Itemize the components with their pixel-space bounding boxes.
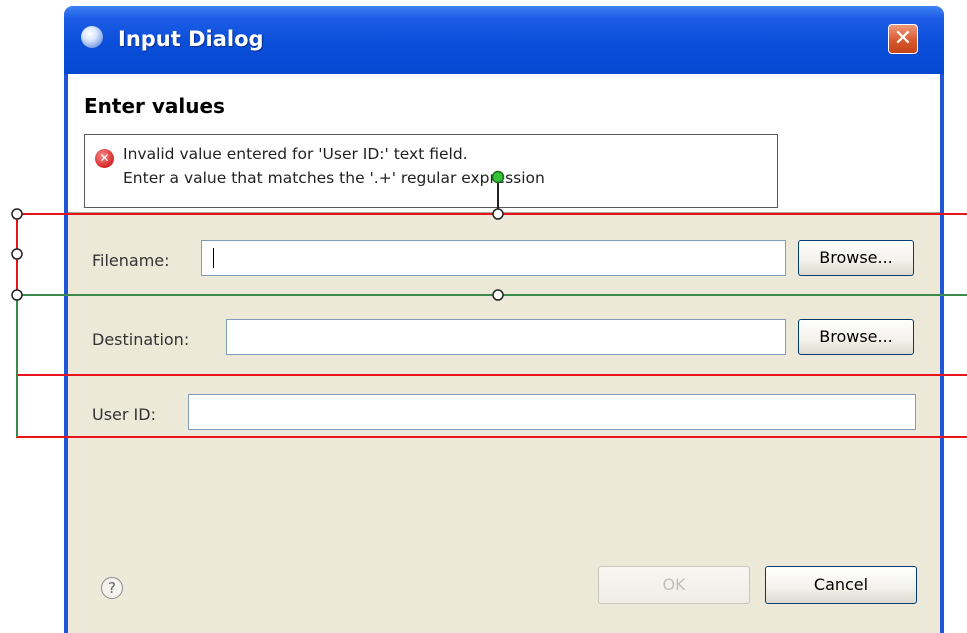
error-message-line-2: Enter a value that matches the '.+' regu…	[123, 169, 545, 187]
destination-label: Destination:	[92, 330, 190, 349]
error-message-line-1: Invalid value entered for 'User ID:' tex…	[123, 145, 468, 163]
user-id-label: User ID:	[92, 405, 156, 424]
destination-input[interactable]	[226, 319, 786, 355]
filename-input[interactable]	[201, 240, 786, 276]
user-id-input[interactable]	[188, 394, 916, 430]
error-message-box: ✕ Invalid value entered for 'User ID:' t…	[84, 134, 778, 208]
filename-label: Filename:	[92, 251, 170, 270]
dialog-app-icon	[81, 26, 103, 48]
destination-browse-button[interactable]: Browse...	[798, 319, 914, 355]
resize-handle[interactable]	[11, 248, 23, 260]
resize-handle[interactable]	[11, 289, 23, 301]
close-button[interactable]: ✕	[888, 24, 918, 54]
text-caret	[213, 248, 214, 268]
ok-button[interactable]: OK	[598, 566, 750, 604]
resize-handle[interactable]	[11, 208, 23, 220]
input-dialog-window: Input Dialog ✕ Enter values ✕ Invalid va…	[64, 6, 944, 633]
dialog-header: Enter values ✕ Invalid value entered for…	[68, 74, 940, 213]
window-title: Input Dialog	[118, 27, 264, 51]
title-bar[interactable]: Input Dialog ✕	[64, 6, 944, 74]
error-icon: ✕	[95, 149, 114, 168]
dialog-client-area: Enter values ✕ Invalid value entered for…	[68, 74, 940, 633]
help-icon[interactable]: ?	[101, 577, 123, 599]
cancel-button[interactable]: Cancel	[765, 566, 917, 604]
header-title: Enter values	[84, 94, 225, 118]
close-icon: ✕	[893, 26, 913, 51]
filename-browse-button[interactable]: Browse...	[798, 240, 914, 276]
